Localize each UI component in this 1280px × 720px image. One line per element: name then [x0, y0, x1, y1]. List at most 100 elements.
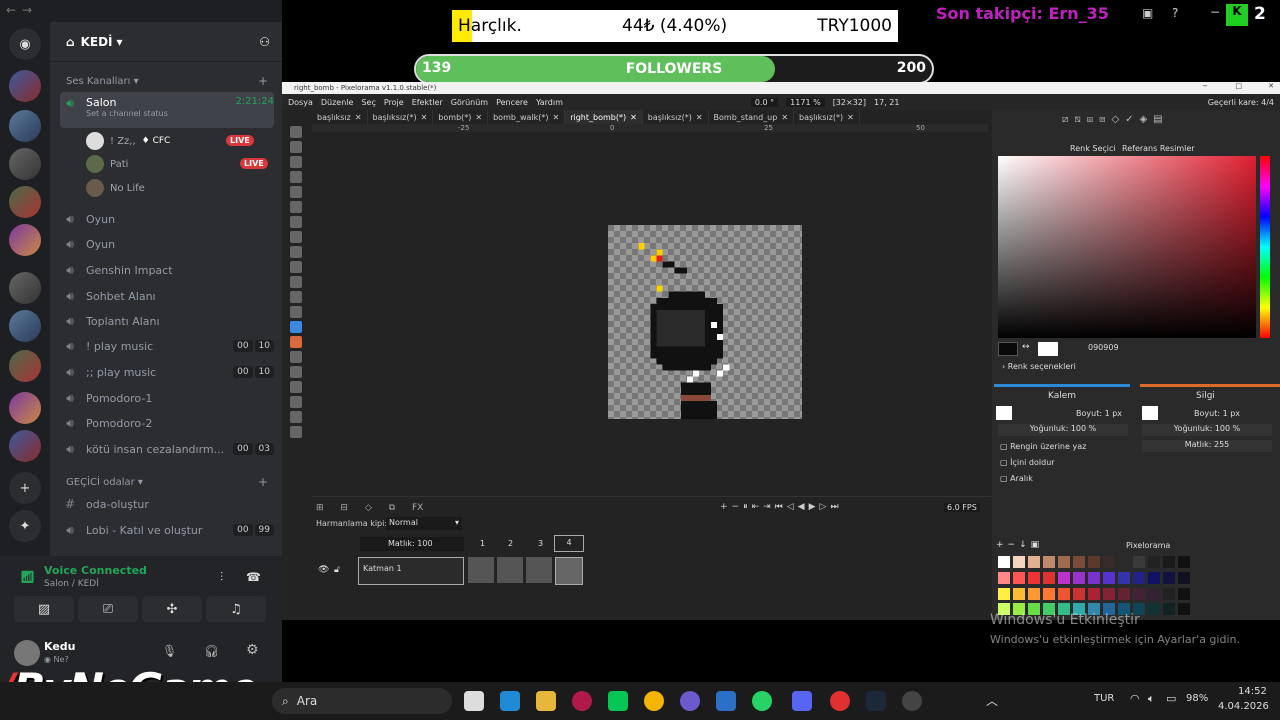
server-icon[interactable]: [9, 310, 41, 342]
steam-icon[interactable]: [866, 691, 886, 711]
palette-name[interactable]: Pixelorama: [1126, 541, 1170, 550]
palette-swatch[interactable]: [1148, 587, 1160, 600]
file-explorer-icon[interactable]: [536, 691, 556, 711]
brush-preview[interactable]: [996, 406, 1012, 420]
chrome-icon[interactable]: [644, 691, 664, 711]
palette-swatch[interactable]: [1163, 603, 1175, 616]
palette-swatch[interactable]: [1133, 587, 1145, 600]
category-temp[interactable]: GEÇİCİ odalar ▾: [66, 477, 143, 488]
battery-icon[interactable]: ▭: [1166, 692, 1176, 705]
close-icon[interactable]: ✕: [696, 113, 703, 122]
frame-number[interactable]: 2: [508, 539, 513, 548]
right-opacity-field[interactable]: Matlık: 255: [1142, 440, 1272, 452]
palette-swatch[interactable]: [1118, 571, 1130, 584]
disconnect-icon[interactable]: ☎: [246, 570, 261, 584]
channel-item[interactable]: # oda-oluştur: [60, 492, 274, 516]
headphone-icon[interactable]: 🎧︎: [204, 644, 219, 658]
chevron-up-icon[interactable]: ︿: [986, 692, 998, 709]
window-icon[interactable]: ▣: [1142, 6, 1153, 20]
palette-swatch[interactable]: [1043, 587, 1055, 600]
rect-select-icon[interactable]: [290, 126, 302, 138]
fps-field[interactable]: 6.0 FPS: [944, 503, 980, 512]
palette-swatch[interactable]: [1073, 587, 1085, 600]
palette-swatch[interactable]: [1103, 556, 1115, 568]
avatar[interactable]: [14, 640, 40, 666]
close-icon[interactable]: ✕: [355, 113, 362, 122]
palette-swatch[interactable]: [1178, 556, 1190, 568]
zoom-field[interactable]: 1171 %: [786, 97, 825, 107]
opera-icon[interactable]: [572, 691, 592, 711]
color-picker-icon[interactable]: [290, 306, 302, 318]
palette-swatch[interactable]: [1073, 556, 1085, 568]
palette-swatch[interactable]: [1118, 556, 1130, 568]
voice-user[interactable]: No Life: [86, 177, 145, 199]
channel-item[interactable]: 🔊︎ Oyun: [60, 207, 274, 231]
add-server-icon[interactable]: +: [9, 472, 41, 504]
magic-wand-icon[interactable]: [290, 186, 302, 198]
pen-select-icon[interactable]: [290, 216, 302, 228]
close-icon[interactable]: ✕: [475, 113, 482, 122]
rectangle-icon[interactable]: [290, 411, 302, 423]
polygon-select-icon[interactable]: [290, 156, 302, 168]
palette-swatch[interactable]: [1088, 571, 1100, 584]
blend-mode-select[interactable]: Normal ▾: [386, 517, 462, 530]
clone-layer-icon[interactable]: ⧉: [389, 503, 395, 513]
layer-fx-icon[interactable]: FX: [412, 503, 423, 513]
discord-home-icon[interactable]: ◉: [9, 28, 41, 60]
menu-dosya[interactable]: Dosya: [288, 98, 313, 107]
fill-checkbox[interactable]: ▢ İçini doldur: [1000, 458, 1055, 467]
close-icon[interactable]: ✕: [630, 113, 637, 122]
whatsapp-icon[interactable]: [752, 691, 772, 711]
channel-item[interactable]: 🔊︎ Sohbet Alanı: [60, 284, 274, 308]
channel-status[interactable]: Set a channel status: [86, 109, 168, 118]
soundboard-button[interactable]: ♫: [206, 596, 266, 622]
palette-swatch[interactable]: [1058, 556, 1070, 568]
palette-swatch[interactable]: [1163, 556, 1175, 568]
spacing-checkbox[interactable]: ▢ Aralık: [1000, 474, 1033, 483]
add-member-icon[interactable]: ⚇: [259, 35, 270, 49]
pen-app-icon[interactable]: [716, 691, 736, 711]
minimize-icon[interactable]: −: [1210, 5, 1220, 19]
recorder-icon[interactable]: [830, 691, 850, 711]
voice-user[interactable]: Pati: [86, 153, 128, 175]
pan-icon[interactable]: [290, 276, 302, 288]
noise-icon[interactable]: ⫶: [220, 570, 223, 585]
palette-swatch[interactable]: [1178, 587, 1190, 600]
language-indicator[interactable]: TUR: [1094, 693, 1114, 704]
add-layer-icon[interactable]: ⊞: [316, 503, 324, 513]
menu-proje[interactable]: Proje: [384, 98, 404, 107]
menu-yardim[interactable]: Yardım: [536, 98, 563, 107]
maximize-icon[interactable]: □: [1235, 82, 1242, 90]
line-icon[interactable]: [290, 381, 302, 393]
tab-reference-images[interactable]: Referans Resimler: [1122, 140, 1195, 154]
channel-salon[interactable]: 🔊︎ Salon Set a channel status 2:21:24: [60, 92, 274, 128]
close-icon[interactable]: ✕: [1268, 82, 1274, 90]
discover-icon[interactable]: ✦: [9, 510, 41, 542]
visibility-icon[interactable]: 👁︎: [318, 565, 329, 575]
signal-icon[interactable]: 📶︎: [20, 570, 35, 584]
palette-toolbar[interactable]: +−↓▣: [996, 540, 1043, 550]
palette-swatch[interactable]: [1088, 587, 1100, 600]
move-icon[interactable]: [290, 246, 302, 258]
remove-layer-icon[interactable]: ⊟: [340, 503, 348, 513]
palette-swatch[interactable]: [1028, 587, 1040, 600]
palette-swatch[interactable]: [1028, 571, 1040, 584]
server-icon[interactable]: [9, 148, 41, 180]
back-arrow-icon[interactable]: ←: [6, 3, 16, 17]
text-icon[interactable]: [290, 291, 302, 303]
palette-swatch[interactable]: [1088, 556, 1100, 568]
forward-arrow-icon[interactable]: →: [22, 3, 32, 17]
add-channel-icon[interactable]: +: [258, 475, 268, 489]
playback-controls[interactable]: +−⏸⇤⇥⏮◁◀▶▷⏭: [720, 502, 843, 512]
channel-item[interactable]: 🔊︎ Oyun: [60, 232, 274, 256]
frame-cel-active[interactable]: [555, 557, 583, 585]
project-tab[interactable]: başlıksız(*) ✕: [368, 110, 434, 124]
project-tab[interactable]: bomb(*) ✕: [433, 110, 489, 124]
frame-number[interactable]: 1: [480, 539, 485, 548]
swap-colors-icon[interactable]: ↔: [1022, 342, 1030, 352]
left-size-field[interactable]: Boyut: 1 px: [1076, 409, 1122, 418]
minimize-icon[interactable]: −: [1202, 82, 1208, 90]
camera-off-button[interactable]: ▨: [14, 596, 74, 622]
palette-swatch[interactable]: [1163, 571, 1175, 584]
palette-swatch[interactable]: [1133, 556, 1145, 568]
